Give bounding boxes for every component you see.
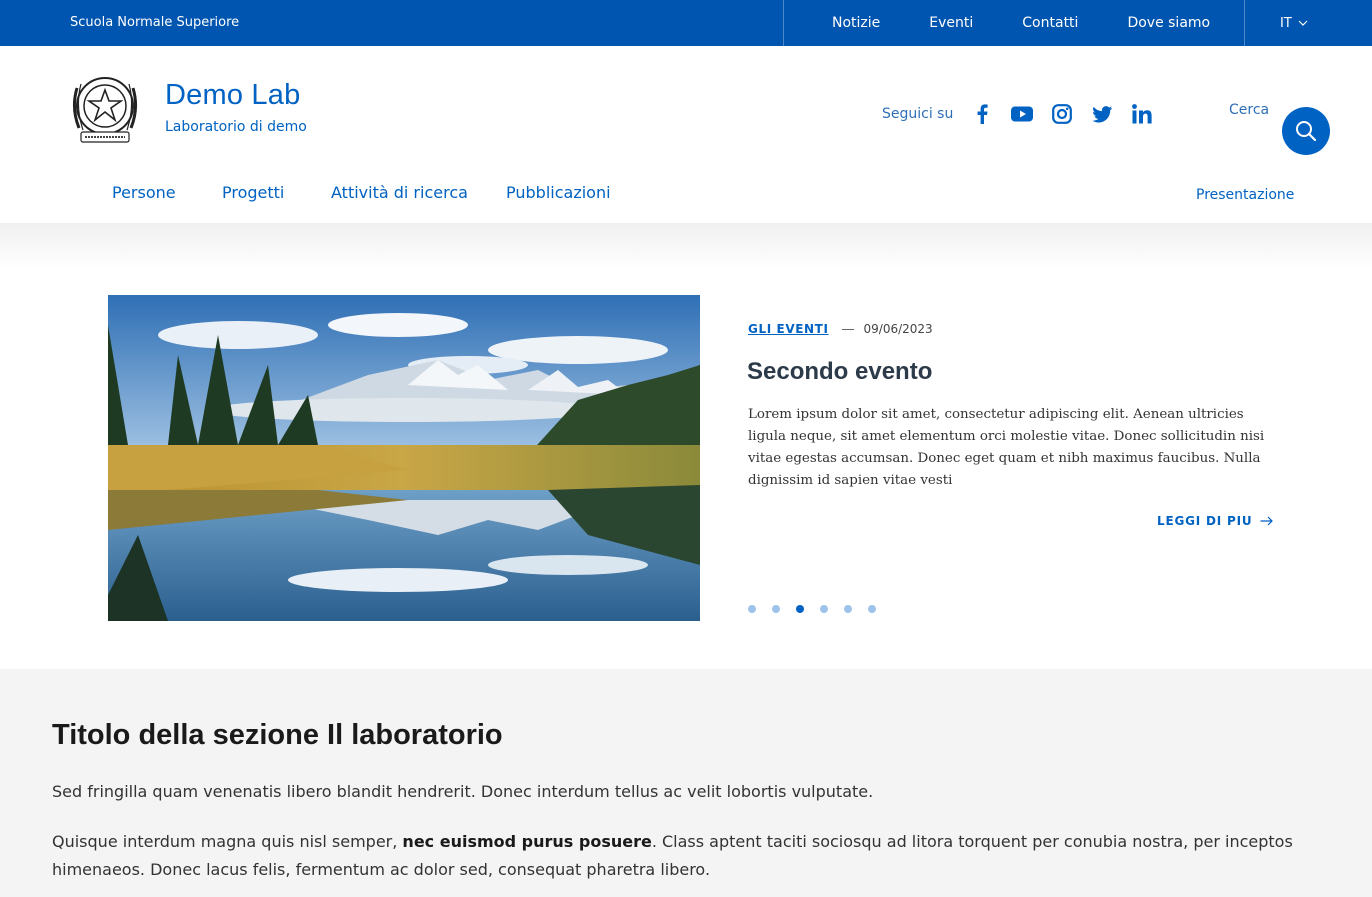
slim-nav: Notizie Eventi Contatti Dove siamo	[783, 0, 1210, 46]
social-label: Seguici su	[882, 106, 954, 122]
chevron-down-icon	[1298, 20, 1308, 26]
slim-link-notizie[interactable]: Notizie	[832, 15, 880, 31]
nav-item-persone[interactable]: Persone	[112, 183, 176, 202]
paragraph-2-bold: nec euismod purus posuere	[402, 832, 652, 851]
section-paragraph-2: Quisque interdum magna quis nisl semper,…	[52, 828, 1332, 884]
event-category-link[interactable]: GLI EVENTI	[748, 322, 829, 336]
youtube-icon[interactable]	[1011, 103, 1034, 125]
carousel-dot-2[interactable]	[772, 605, 780, 613]
facebook-icon[interactable]	[971, 103, 993, 125]
institution-link[interactable]: Scuola Normale Superiore	[70, 0, 239, 46]
meta-divider	[841, 328, 854, 330]
slim-link-contatti[interactable]: Contatti	[1022, 15, 1078, 31]
slim-link-eventi[interactable]: Eventi	[929, 15, 973, 31]
landscape-image	[108, 295, 700, 621]
emblem-logo-icon[interactable]	[69, 68, 141, 148]
linkedin-icon[interactable]	[1131, 103, 1153, 125]
search-icon	[1296, 121, 1317, 142]
event-image[interactable]	[108, 295, 700, 621]
event-title[interactable]: Secondo evento	[747, 358, 932, 386]
carousel-dot-5[interactable]	[844, 605, 852, 613]
instagram-icon[interactable]	[1051, 103, 1073, 125]
site-title[interactable]: Demo Lab	[165, 79, 300, 112]
arrow-right-icon	[1260, 516, 1274, 526]
event-meta: GLI EVENTI 09/06/2023	[748, 322, 933, 336]
carousel-dot-3[interactable]	[796, 605, 804, 613]
paragraph-2-start: Quisque interdum magna quis nisl semper,	[52, 832, 403, 851]
event-description: Lorem ipsum dolor sit amet, consectetur …	[748, 407, 1265, 488]
nav-item-pubblicazioni[interactable]: Pubblicazioni	[506, 183, 611, 202]
slim-link-dove-siamo[interactable]: Dove siamo	[1127, 15, 1210, 31]
site-subtitle: Laboratorio di demo	[165, 119, 307, 135]
read-more-label: LEGGI DI PIU	[1157, 514, 1253, 528]
center-header: Demo Lab Laboratorio di demo Seguici su …	[0, 46, 1372, 165]
nav-item-progetti[interactable]: Progetti	[222, 183, 284, 202]
carousel-dot-4[interactable]	[820, 605, 828, 613]
nav-item-attivita[interactable]: Attività di ricerca	[331, 183, 468, 202]
read-more-link[interactable]: LEGGI DI PIU	[1157, 514, 1274, 528]
carousel-dot-1[interactable]	[748, 605, 756, 613]
nav-link-presentazione[interactable]: Presentazione	[1196, 187, 1294, 203]
lab-section: Titolo della sezione Il laboratorio Sed …	[0, 669, 1372, 897]
language-selector[interactable]: IT	[1244, 0, 1372, 46]
search-label[interactable]: Cerca	[1229, 102, 1269, 118]
carousel-dots	[748, 605, 892, 613]
section-title: Titolo della sezione Il laboratorio	[52, 719, 503, 751]
hero-carousel: GLI EVENTI 09/06/2023 Secondo evento Lor…	[0, 223, 1372, 669]
language-label: IT	[1280, 15, 1292, 31]
carousel-dot-6[interactable]	[868, 605, 876, 613]
slim-header: Scuola Normale Superiore Notizie Eventi …	[0, 0, 1372, 46]
section-paragraph-1: Sed fringilla quam venenatis libero blan…	[52, 782, 874, 801]
search-button[interactable]	[1282, 107, 1330, 155]
event-date: 09/06/2023	[863, 322, 933, 336]
social-bar: Seguici su	[882, 102, 1171, 126]
main-nav: Persone Progetti Attività di ricerca Pub…	[0, 165, 1372, 223]
twitter-icon[interactable]	[1091, 103, 1113, 125]
